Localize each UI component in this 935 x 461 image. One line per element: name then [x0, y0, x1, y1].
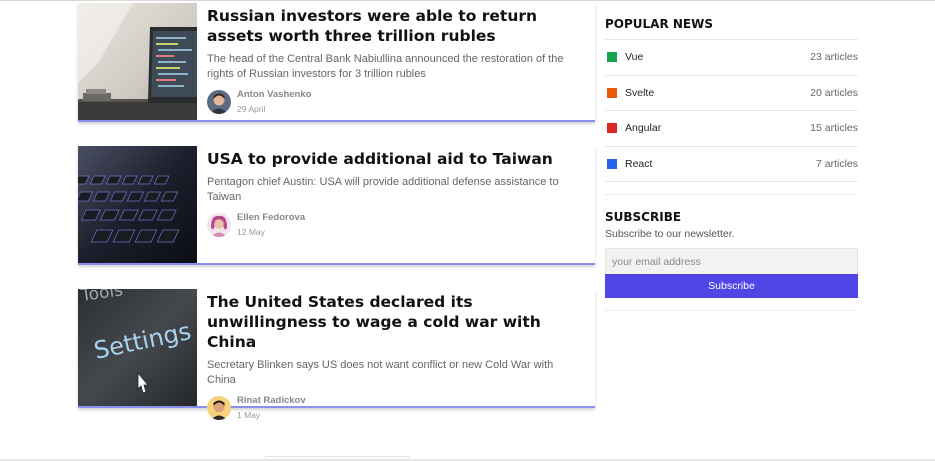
- article-excerpt: Secretary Blinken says US does not want …: [207, 359, 554, 386]
- section-divider: [605, 194, 858, 195]
- subscribe-heading: SUBSCRIBE: [605, 210, 682, 224]
- category-item-react[interactable]: React 7 articles: [605, 147, 858, 182]
- article-meta: Ellen Fedorova 12 May: [207, 212, 585, 238]
- category-name: Svelte: [625, 86, 655, 99]
- subscribe-button[interactable]: Subscribe: [605, 274, 858, 298]
- square-icon: [607, 87, 617, 98]
- keyboard-photo-icon: [78, 146, 197, 263]
- square-icon: [607, 52, 617, 63]
- article-excerpt: Pentagon chief Austin: USA will provide …: [207, 176, 559, 203]
- category-list: Vue 23 articles Svelte 20 articles Angul…: [605, 39, 858, 182]
- article-date: 29 April: [237, 104, 266, 114]
- article-date: 1 May: [237, 410, 261, 420]
- article-thumbnail[interactable]: Tools Settings: [78, 289, 197, 406]
- author-name[interactable]: Rinat Radickov: [237, 395, 306, 407]
- author-avatar-icon: [207, 90, 231, 114]
- category-item-angular[interactable]: Angular 15 articles: [605, 111, 858, 147]
- article-excerpt: The head of the Central Bank Nabiullina …: [207, 53, 564, 80]
- subscribe-description: Subscribe to our newsletter.: [605, 228, 735, 240]
- article-title[interactable]: USA to provide additional aid to Taiwan: [207, 149, 585, 169]
- article-thumbnail[interactable]: [78, 146, 197, 263]
- article-title[interactable]: Russian investors were able to return as…: [207, 6, 585, 46]
- email-field[interactable]: [605, 248, 858, 274]
- square-icon: [607, 158, 617, 169]
- article-card[interactable]: USA to provide additional aid to Taiwan …: [78, 146, 595, 265]
- author-name[interactable]: Ellen Fedorova: [237, 212, 305, 224]
- category-count: 7 articles: [815, 157, 858, 170]
- author-avatar-icon: [207, 396, 231, 420]
- author-name[interactable]: Anton Vashenko: [237, 89, 311, 101]
- square-icon: [607, 123, 617, 134]
- category-count: 15 articles: [810, 122, 858, 135]
- category-name: React: [625, 157, 653, 170]
- popular-news-heading: POPULAR NEWS: [605, 17, 714, 31]
- category-name: Angular: [625, 122, 662, 135]
- category-count: 23 articles: [810, 51, 858, 64]
- category-count: 20 articles: [810, 86, 858, 99]
- article-card[interactable]: Tools Settings The United States declare…: [78, 289, 595, 420]
- article-meta: Rinat Radickov 1 May: [207, 395, 585, 421]
- section-divider: [605, 310, 858, 311]
- author-avatar-icon: [207, 213, 231, 237]
- article-date: 12 May: [237, 227, 265, 237]
- avatar[interactable]: [207, 396, 231, 420]
- avatar[interactable]: [207, 90, 231, 114]
- category-item-vue[interactable]: Vue 23 articles: [605, 40, 858, 76]
- article-card[interactable]: Russian investors were able to return as…: [78, 3, 595, 122]
- article-title[interactable]: The United States declared its unwilling…: [207, 292, 585, 352]
- laptop-photo-icon: [78, 3, 197, 120]
- category-name: Vue: [625, 51, 644, 64]
- settings-screen-photo-icon: Tools Settings: [78, 289, 197, 406]
- article-thumbnail[interactable]: [78, 3, 197, 120]
- article-meta: Anton Vashenko 29 April: [207, 89, 585, 115]
- avatar[interactable]: [207, 213, 231, 237]
- category-item-svelte[interactable]: Svelte 20 articles: [605, 76, 858, 111]
- sidebar: POPULAR NEWS Vue 23 articles Svelte 20 a…: [605, 0, 858, 311]
